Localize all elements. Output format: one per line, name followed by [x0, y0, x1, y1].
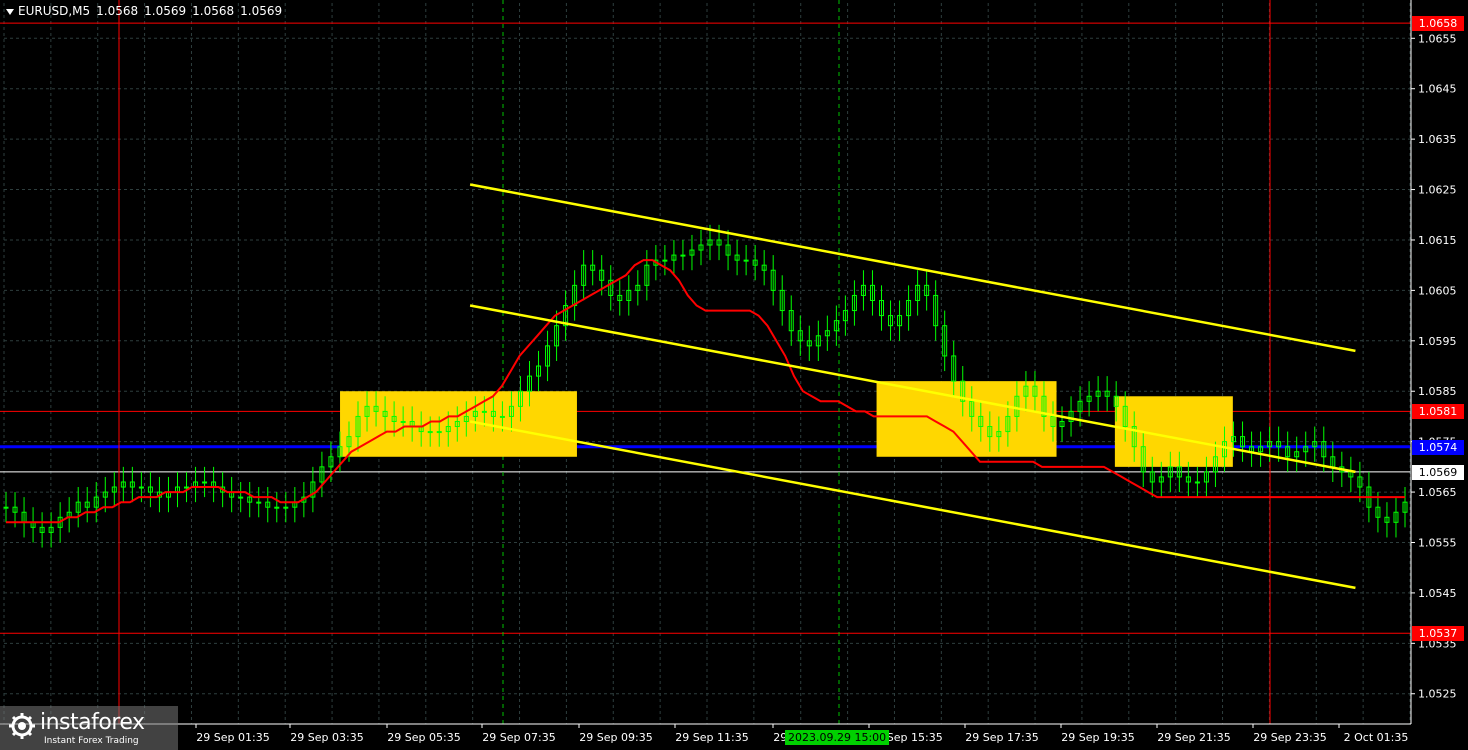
time-axis: 29 Sep 01:35 29 Sep 03:35 29 Sep 05:35 29 S…: [0, 723, 1411, 744]
price-tick-label: 1.0585: [1418, 385, 1457, 398]
brand-name: instaforex: [40, 710, 145, 735]
time-tick-label: 29 Sep 21:35: [1157, 731, 1230, 744]
price-level-tag: 1.0658: [1412, 16, 1464, 32]
candle-body: [743, 259, 749, 262]
crosshair-time-tag: 2023.09.29 15:00: [785, 730, 890, 745]
price-tick-label: 1.0525: [1418, 688, 1457, 701]
grid: [3, 3, 1411, 724]
price-tick-label: 1.0545: [1418, 587, 1457, 600]
price-tick-label: 1.0625: [1418, 184, 1457, 197]
price-tick-label: 1.0565: [1418, 486, 1457, 499]
price-tick-label: 1.0615: [1418, 234, 1457, 247]
price-series: [3, 224, 1408, 548]
time-tick-label: 29 Sep 09:35: [579, 731, 652, 744]
vertical-lines: [118, 0, 1271, 724]
price-level-tag: 1.0569: [1412, 464, 1464, 480]
price-levels: [0, 22, 1410, 634]
time-tick-label: 29 Sep 07:35: [482, 731, 555, 744]
price-tick-label: 1.0645: [1418, 83, 1457, 96]
candle-body: [138, 486, 144, 489]
symbol-label: EURUSD,M5: [18, 4, 91, 18]
chart-header: EURUSD,M5 1.0568 1.0569 1.0568 1.0569: [6, 4, 288, 18]
candle-body: [436, 431, 442, 434]
open-value: 1.0568: [96, 4, 139, 18]
candle-body: [400, 420, 406, 423]
watermark-logo: instaforex Instant Forex Trading: [0, 706, 178, 750]
time-tick-label: 29 Sep 11:35: [675, 731, 748, 744]
price-tick-label: 1.0595: [1418, 335, 1457, 348]
candle-body: [238, 496, 244, 499]
candle-body: [481, 410, 487, 413]
time-tick-label: 29 Sep 05:35: [387, 731, 460, 744]
dropdown-triangle-icon[interactable]: [6, 8, 14, 15]
close-value: 1.0569: [240, 4, 283, 18]
candle-body: [184, 486, 190, 489]
time-tick-label: 29 Sep 23:35: [1253, 731, 1326, 744]
time-tick-label: 2 Oct 01:35: [1344, 731, 1409, 744]
chart-canvas[interactable]: 1.0655 1.0645 1.0635 1.0625 1.0615 1.0605 1.05…: [0, 0, 1468, 750]
price-tick-label: 1.0635: [1418, 133, 1457, 146]
price-level-tag: 1.0581: [1412, 404, 1464, 420]
candle-body: [680, 254, 686, 257]
brand-tagline: Instant Forex Trading: [44, 736, 139, 746]
high-value: 1.0569: [144, 4, 187, 18]
candle-body: [427, 431, 433, 434]
candle-body: [283, 506, 289, 509]
price-axis: 1.0655 1.0645 1.0635 1.0625 1.0615 1.0605 1.05…: [1410, 0, 1457, 724]
candle-body: [256, 501, 262, 504]
low-value: 1.0568: [192, 4, 235, 18]
time-tick-label: 29 Sep 03:35: [290, 731, 363, 744]
candle-body: [202, 481, 208, 484]
gear-icon: [9, 713, 35, 739]
time-tick-label: 29 Sep 01:35: [196, 731, 269, 744]
candle-body: [1194, 481, 1200, 484]
price-level-tag: 1.0537: [1412, 626, 1464, 642]
time-tick-label: 29 Sep 19:35: [1061, 731, 1134, 744]
time-tick-label: 29 Sep 17:35: [965, 731, 1038, 744]
price-tick-label: 1.0555: [1418, 536, 1457, 549]
candle-body: [3, 506, 9, 509]
candle-body: [499, 415, 505, 418]
candle-body: [662, 259, 668, 262]
price-level-tag: 1.0574: [1412, 439, 1464, 455]
price-tick-label: 1.0655: [1418, 32, 1457, 45]
price-tick-label: 1.0605: [1418, 284, 1457, 297]
candle-body: [274, 506, 280, 509]
